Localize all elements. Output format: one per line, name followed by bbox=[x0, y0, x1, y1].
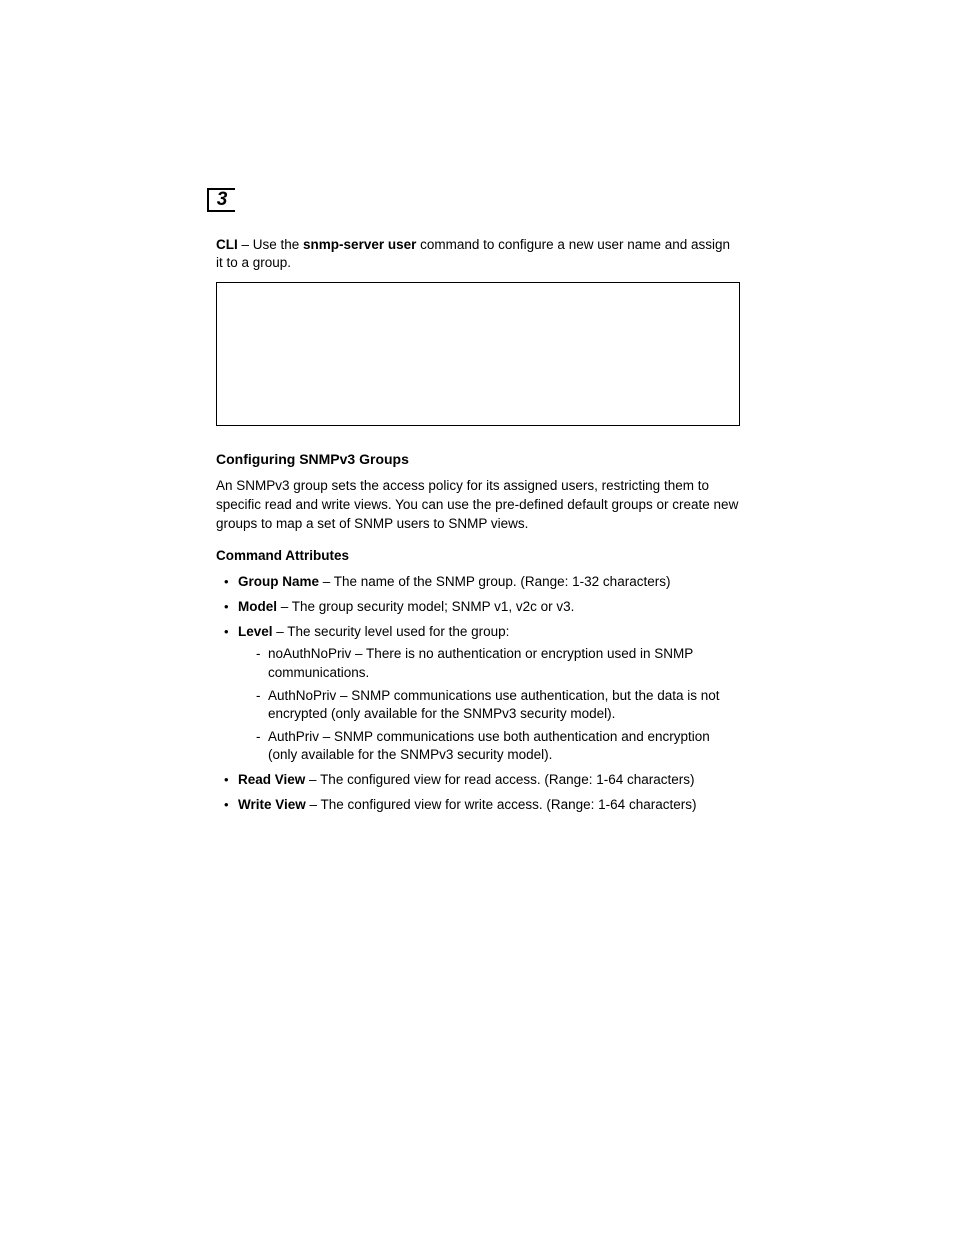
cli-command: snmp-server user bbox=[303, 237, 416, 252]
list-item: Read View – The configured view for read… bbox=[216, 771, 740, 790]
section-paragraph: An SNMPv3 group sets the access policy f… bbox=[216, 477, 740, 533]
attr-text: – The group security model; SNMP v1, v2c… bbox=[277, 599, 574, 614]
attributes-list: Group Name – The name of the SNMP group.… bbox=[216, 573, 740, 814]
chapter-number-box: 3 bbox=[207, 188, 235, 212]
cli-intro-paragraph: CLI – Use the snmp-server user command t… bbox=[216, 236, 740, 272]
attr-label: Group Name bbox=[238, 574, 319, 589]
code-example-box bbox=[216, 282, 740, 426]
attr-text: – The configured view for read access. (… bbox=[305, 772, 694, 787]
attr-text: – The configured view for write access. … bbox=[306, 797, 697, 812]
attr-text: – The name of the SNMP group. (Range: 1-… bbox=[319, 574, 670, 589]
section-heading: Configuring SNMPv3 Groups bbox=[216, 450, 740, 469]
list-item: Model – The group security model; SNMP v… bbox=[216, 598, 740, 617]
sub-list-item: AuthNoPriv – SNMP communications use aut… bbox=[238, 687, 740, 724]
attr-label: Level bbox=[238, 624, 273, 639]
sub-list-item: AuthPriv – SNMP communications use both … bbox=[238, 728, 740, 765]
attr-label: Write View bbox=[238, 797, 306, 812]
chapter-number: 3 bbox=[217, 189, 228, 211]
list-item: Group Name – The name of the SNMP group.… bbox=[216, 573, 740, 592]
attr-label: Model bbox=[238, 599, 277, 614]
list-item: Level – The security level used for the … bbox=[216, 623, 740, 765]
page-content: CLI – Use the snmp-server user command t… bbox=[216, 236, 740, 820]
attr-text: – The security level used for the group: bbox=[273, 624, 510, 639]
attributes-heading: Command Attributes bbox=[216, 547, 740, 565]
sub-list-item: noAuthNoPriv – There is no authenticatio… bbox=[238, 645, 740, 682]
intro-text-1: – Use the bbox=[238, 237, 303, 252]
sub-list: noAuthNoPriv – There is no authenticatio… bbox=[238, 645, 740, 765]
list-item: Write View – The configured view for wri… bbox=[216, 796, 740, 815]
attr-label: Read View bbox=[238, 772, 305, 787]
cli-label: CLI bbox=[216, 237, 238, 252]
